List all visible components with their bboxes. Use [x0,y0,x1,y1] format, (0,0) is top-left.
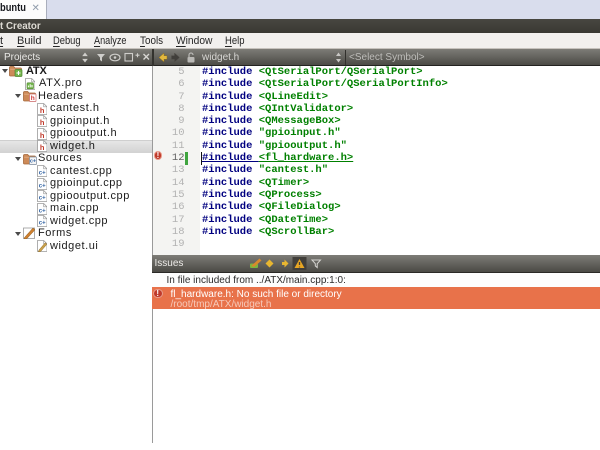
svg-text:c+: c+ [29,158,35,164]
svg-text:h: h [39,106,44,115]
svg-text:c+: c+ [38,196,45,202]
svg-text:h: h [39,118,44,127]
svg-text:h: h [30,95,34,102]
svg-text:h: h [39,143,44,152]
svg-text:h: h [39,131,44,140]
svg-text:c+: c+ [38,208,45,214]
svg-text:c+: c+ [38,221,45,227]
svg-text:c+: c+ [38,171,45,177]
svg-text:c+: c+ [38,183,45,189]
